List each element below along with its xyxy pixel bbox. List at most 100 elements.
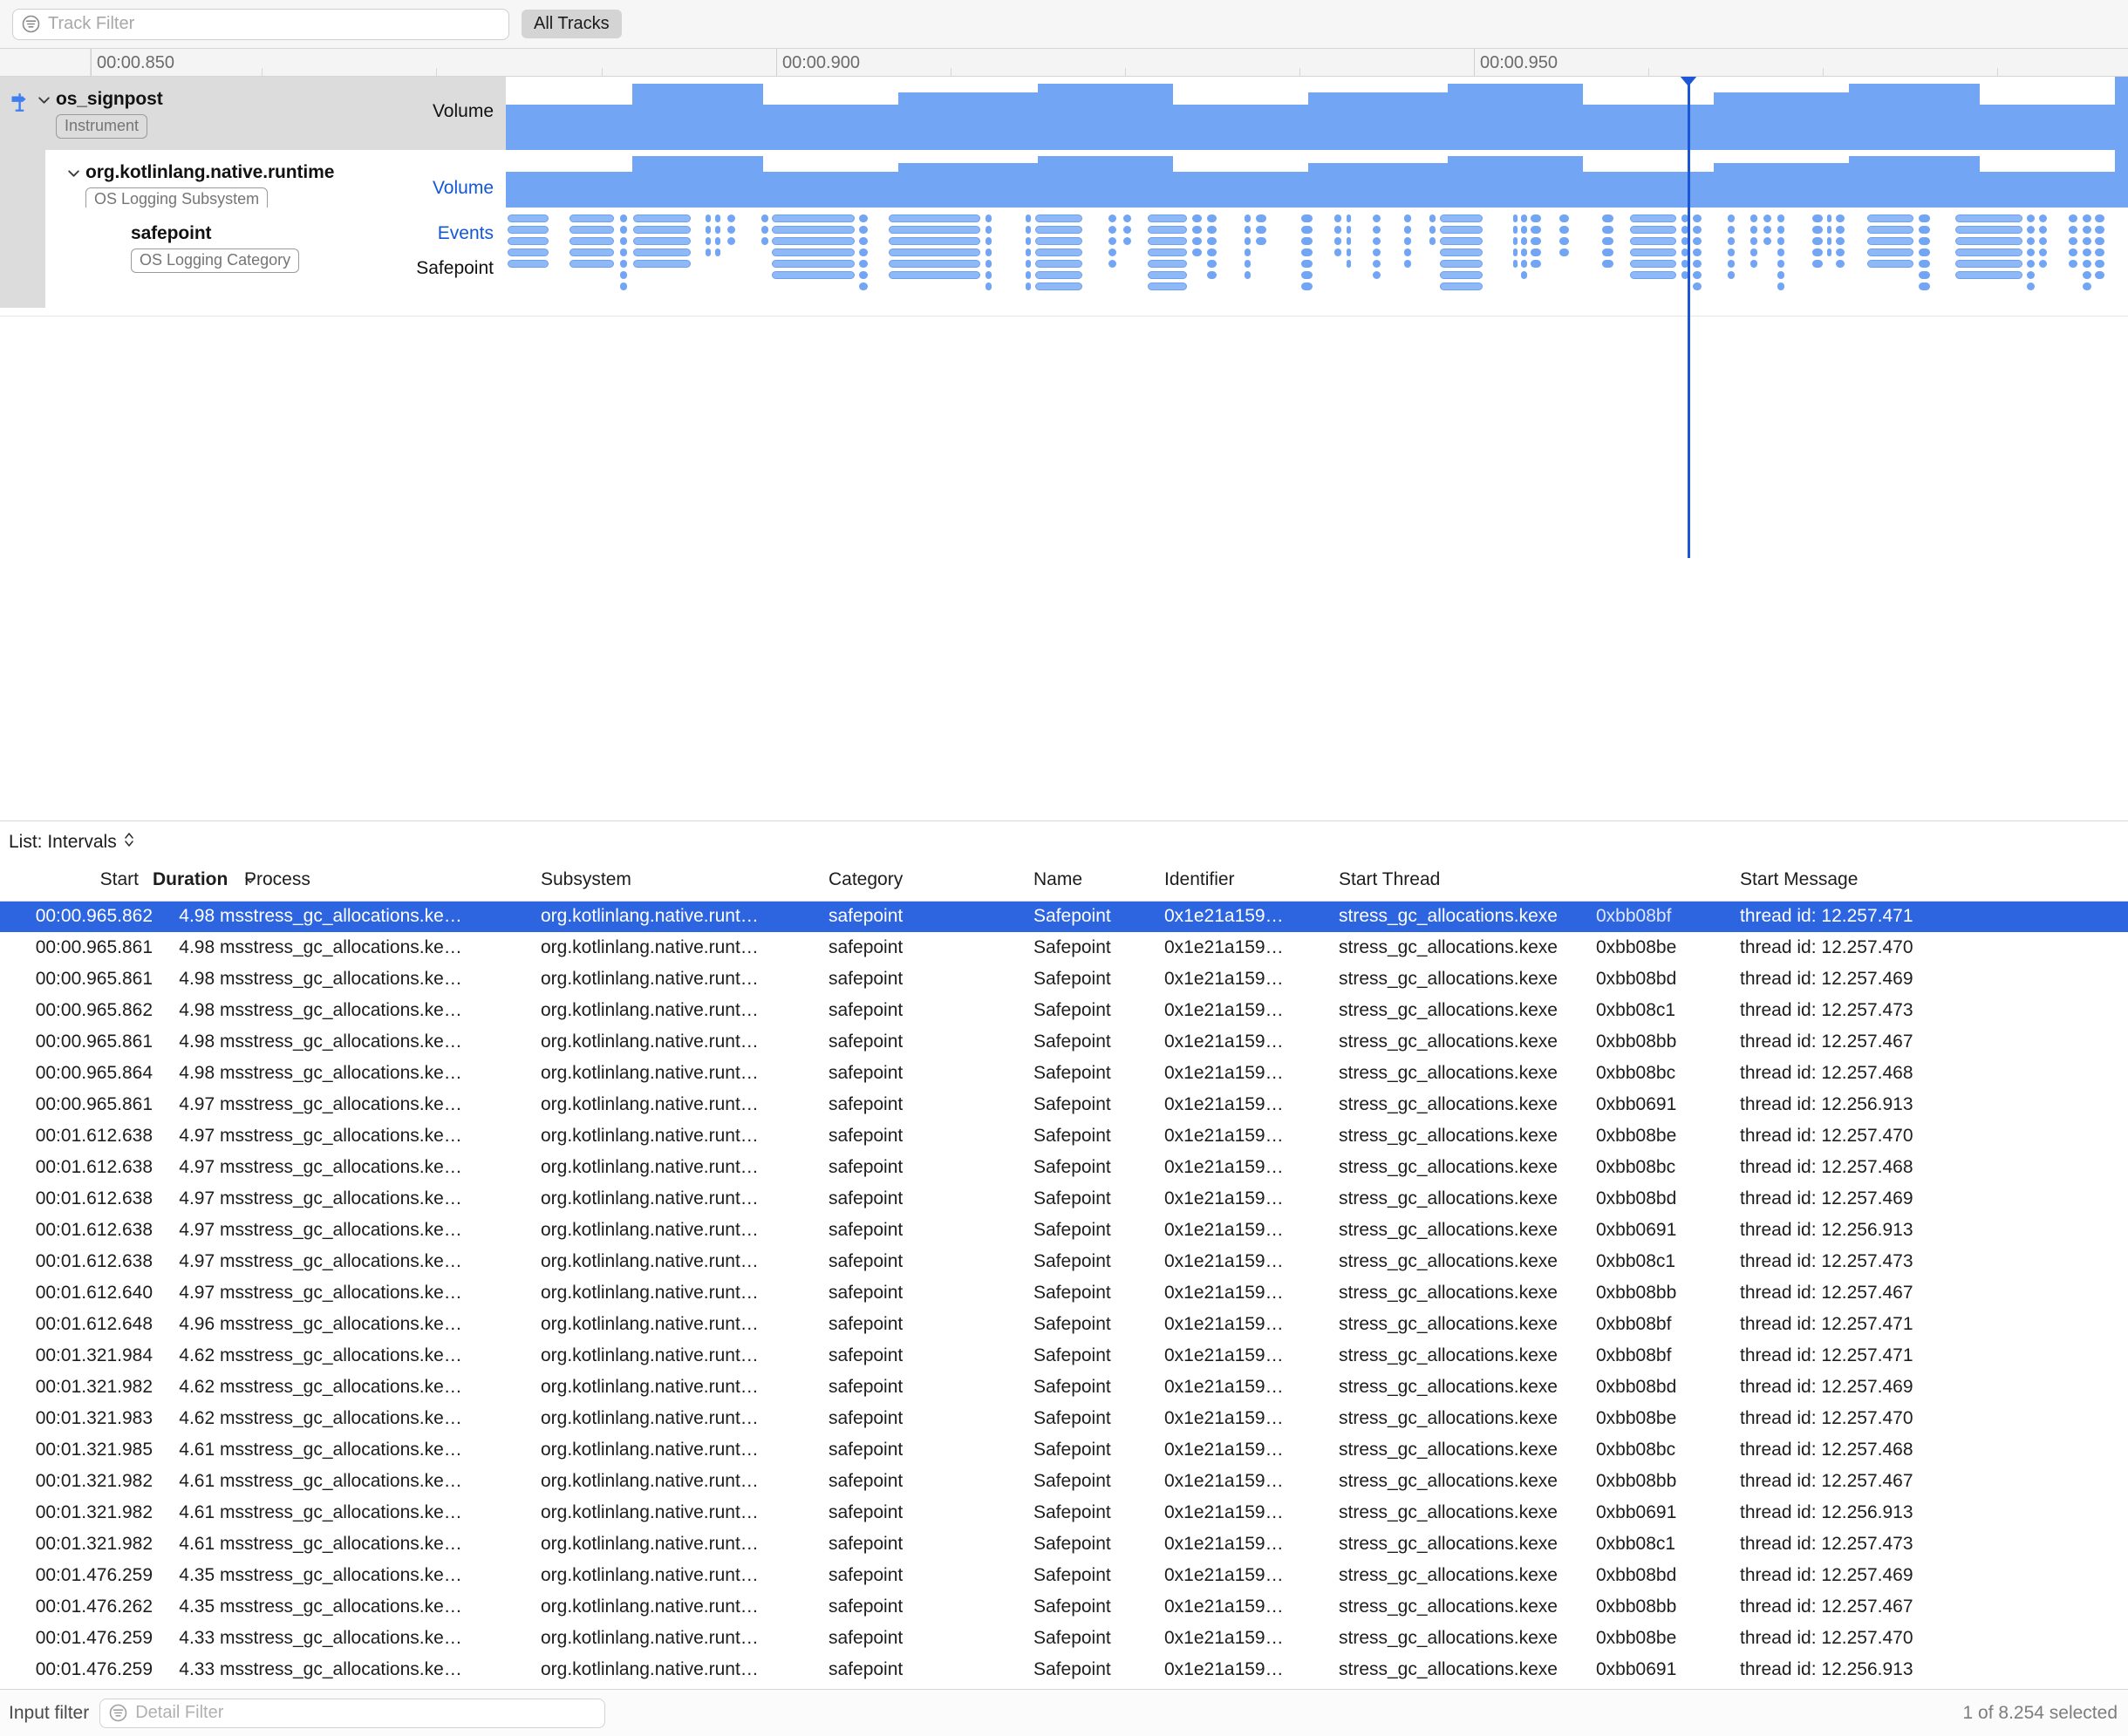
safepoint-event [1108,237,1116,245]
table-row[interactable]: 00:01.321.982 4.62 ms stress_gc_allocation… [0,1372,2128,1403]
column-header-process[interactable]: Process [244,862,541,901]
table-row[interactable]: 00:01.321.983 4.62 ms stress_gc_allocation… [0,1403,2128,1434]
disclosure-triangle-subsystem[interactable] [61,162,85,180]
cell-start_thread: stress_gc_allocations.kexe [1339,1596,1558,1617]
safepoint-event [1955,248,2022,256]
volume-bar [1173,172,1308,208]
safepoint-event [1559,226,1569,234]
safepoint-event [1440,283,1483,290]
track-lane-safepoint[interactable] [506,208,2128,308]
table-row[interactable]: 00:01.476.262 4.35 ms stress_gc_allocation… [0,1591,2128,1623]
safepoint-event [1245,226,1251,234]
column-header-category[interactable]: Category [829,862,1033,901]
table-row[interactable]: 00:01.612.638 4.97 ms stress_gc_allocation… [0,1120,2128,1152]
table-row[interactable]: 00:00.965.861 4.98 ms stress_gc_allocation… [0,963,2128,995]
table-row[interactable]: 00:01.321.982 4.61 ms stress_gc_allocation… [0,1528,2128,1560]
track-lane-subsystem[interactable] [506,150,2128,208]
safepoint-event [1531,226,1541,234]
intervals-table-wrap[interactable]: Start Duration Process Subsystem Categor… [0,862,2128,1736]
table-row[interactable]: 00:00.965.861 4.97 ms stress_gc_allocation… [0,1089,2128,1120]
column-header-subsystem[interactable]: Subsystem [541,862,829,901]
playhead-handle[interactable] [1680,77,1697,86]
cell-start: 00:01.476.259 [35,1659,153,1679]
table-row[interactable]: 00:01.321.982 4.61 ms stress_gc_allocation… [0,1497,2128,1528]
safepoint-event [1812,214,1823,222]
timeline-ruler[interactable]: 00:00.850 00:00.900 00:00.950 [91,49,2128,76]
safepoint-event [1256,214,1266,222]
table-row[interactable]: 00:01.612.638 4.97 ms stress_gc_allocation… [0,1152,2128,1183]
ruler-minor-tick [1125,68,1126,76]
safepoint-event [1827,237,1831,245]
cell-category: safepoint [829,1283,904,1303]
cell-identifier: 0x1e21a159… [1164,1440,1284,1460]
safepoint-event [1919,260,1930,268]
cell-identifier: 0x1e21a159… [1164,906,1284,927]
safepoint-event [1521,271,1527,279]
column-header-name[interactable]: Name [1033,862,1164,901]
cell-category: safepoint [829,1251,904,1271]
track-header-os-signpost[interactable]: os_signpost Instrument Volume [0,77,506,150]
safepoint-event [2039,260,2047,268]
cell-duration: 4.62 ms [179,1345,244,1365]
track-row-os-signpost[interactable]: os_signpost Instrument Volume [0,77,2128,150]
table-row[interactable]: 00:01.476.259 4.35 ms stress_gc_allocation… [0,1560,2128,1591]
table-row[interactable]: 00:01.612.638 4.97 ms stress_gc_allocation… [0,1183,2128,1215]
track-header-subsystem[interactable]: org.kotlinlang.native.runtime OS Logging… [45,150,506,212]
volume-bar [763,105,898,150]
safepoint-event [1245,248,1251,256]
column-header-start[interactable]: Start [0,862,153,901]
list-mode-selector[interactable]: List: Intervals [0,820,2128,862]
column-header-start-message[interactable]: Start Message [1740,862,2128,901]
volume-bar [1714,92,1849,150]
cell-start: 00:00.965.862 [35,906,153,927]
table-row[interactable]: 00:01.612.640 4.97 ms stress_gc_allocation… [0,1277,2128,1309]
track-filter-input[interactable] [48,14,500,34]
all-tracks-button[interactable]: All Tracks [522,10,622,38]
track-row-safepoint[interactable]: safepoint OS Logging Category Events Saf… [0,208,2128,308]
safepoint-event [1777,260,1784,268]
metric-label-volume[interactable]: Volume [433,178,494,199]
cell-subsystem: org.kotlinlang.native.runt… [541,1596,759,1617]
detail-filter-input[interactable] [135,1703,597,1723]
safepoint-event [620,248,627,256]
safepoint-event [761,214,768,222]
safepoint-event [620,226,627,234]
table-row[interactable]: 00:00.965.862 4.98 ms stress_gc_allocation… [0,995,2128,1026]
track-lane-os-signpost[interactable] [506,77,2128,150]
track-header-safepoint[interactable]: safepoint OS Logging Category Events Saf… [45,208,506,308]
table-row-selected[interactable]: 00:00.965.862 4.98 ms stress_gc_allocation… [0,901,2128,932]
disclosure-triangle-os-signpost[interactable] [31,89,56,107]
table-row[interactable]: 00:00.965.864 4.98 ms stress_gc_allocation… [0,1058,2128,1089]
detail-filter-field[interactable] [99,1698,606,1728]
table-row[interactable]: 00:01.612.648 4.96 ms stress_gc_allocation… [0,1309,2128,1340]
safepoint-event [1602,248,1613,256]
safepoint-event [620,237,627,245]
safepoint-event [1192,248,1202,256]
table-row[interactable]: 00:01.476.259 4.33 ms stress_gc_allocation… [0,1654,2128,1685]
table-row[interactable]: 00:01.321.982 4.61 ms stress_gc_allocation… [0,1466,2128,1497]
table-row[interactable]: 00:00.965.861 4.98 ms stress_gc_allocation… [0,932,2128,963]
column-header-identifier[interactable]: Identifier [1164,862,1339,901]
metric-label-events[interactable]: Events [438,223,494,244]
column-header-duration[interactable]: Duration [153,862,256,901]
chevron-updown-icon[interactable] [124,831,134,854]
cell-name: Safepoint [1033,1377,1111,1397]
safepoint-event [1301,214,1313,222]
table-row[interactable]: 00:01.321.985 4.61 ms stress_gc_allocation… [0,1434,2128,1466]
table-row[interactable]: 00:00.965.861 4.98 ms stress_gc_allocation… [0,1026,2128,1058]
track-filter-field[interactable] [12,8,509,40]
safepoint-event [2095,226,2104,234]
table-row[interactable]: 00:01.612.638 4.97 ms stress_gc_allocation… [0,1246,2128,1277]
table-row[interactable]: 00:01.321.984 4.62 ms stress_gc_allocation… [0,1340,2128,1372]
safepoint-event [1728,214,1735,222]
safepoint-event [2039,226,2047,234]
safepoint-event [1429,237,1436,245]
track-row-subsystem[interactable]: org.kotlinlang.native.runtime OS Logging… [0,150,2128,212]
bottom-status-bar: Input filter 1 of 8.254 selected [0,1689,2128,1736]
playhead-cursor[interactable] [1680,77,1697,558]
column-header-start-thread[interactable]: Start Thread [1339,862,1740,901]
track-indent-gutter [0,150,45,208]
table-row[interactable]: 00:01.476.259 4.33 ms stress_gc_allocation… [0,1623,2128,1654]
table-row[interactable]: 00:01.612.638 4.97 ms stress_gc_allocation… [0,1215,2128,1246]
cell-start: 00:01.321.982 [35,1377,153,1397]
